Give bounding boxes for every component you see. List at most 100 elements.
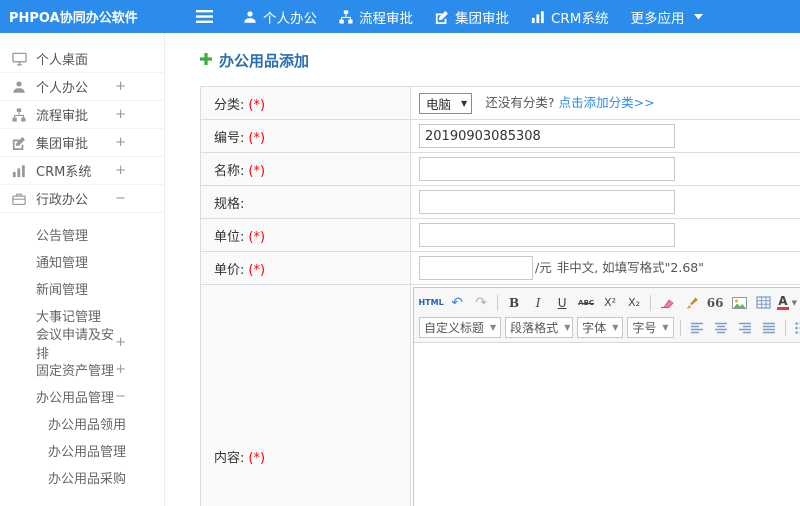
font-color-button[interactable]: A ▼ [776,292,798,313]
nav-item-crm[interactable]: CRM系统 [531,7,608,27]
strikethrough-button[interactable]: ABC [575,292,597,313]
unordered-list-icon[interactable] [791,317,800,338]
user-icon [243,10,257,24]
sidebar-item-announcement-mgmt[interactable]: 公告管理 [0,221,164,248]
category-select[interactable]: 电脑 ▼ [419,93,473,114]
sidebar: 个人桌面 个人办公 + 流程审批 + 集团审批 + CRM系统 + 行政办公 −… [0,33,165,506]
form-row-category: 分类: (*) 电脑 ▼ 还没有分类? 点击添加分类>> [200,86,800,120]
sidebar-item-workflow-approval[interactable]: 流程审批 + [0,101,164,129]
caret-down-icon [694,13,704,20]
nav-menu: 个人办公 流程审批 集团审批 CRM系统 更多应用 [243,7,725,27]
caret-down-icon: ▼ [612,323,619,332]
expand-plus-icon: + [115,335,126,350]
unit-label-cell: 单位: (*) [200,218,411,252]
subscript-button[interactable]: X₂ [623,292,645,313]
content-label: 内容: [214,451,245,466]
superscript-button[interactable]: X² [599,292,621,313]
insert-image-icon[interactable] [728,292,750,313]
redo-icon[interactable]: ↷ [470,292,492,313]
nav-item-group-approval[interactable]: 集团审批 [435,7,509,27]
sidebar-item-admin-office[interactable]: 行政办公 − [0,185,164,213]
price-format-hint: 非中文, 如填写格式"2.68" [556,259,704,275]
form-row-spec: 规格: [200,185,800,219]
category-label: 分类: [214,97,245,113]
edit-icon [12,136,28,150]
nav-item-more-apps[interactable]: 更多应用 [630,7,704,27]
collapse-minus-icon: − [115,191,126,206]
editor-toolbar-row-2: 自定义标题 ▼ 段落格式 ▼ 字体 ▼ 字号 ▼ [417,315,800,340]
paragraph-format-select[interactable]: 段落格式 ▼ [505,317,574,338]
underline-button[interactable]: U [551,292,573,313]
blockquote-button[interactable]: 66 [704,292,726,313]
sidebar-item-notice-mgmt[interactable]: 通知管理 [0,248,164,275]
toolbar-separator [679,319,681,336]
required-marker: (*) [248,163,266,179]
align-justify-icon[interactable] [758,317,780,338]
main-content: 办公用品添加 分类: (*) 电脑 ▼ 还没有分类? 点击添加分类>> 编号: (*… [166,33,800,506]
chart-icon [531,10,545,24]
font-size-select[interactable]: 字号 ▼ [627,317,674,338]
italic-button[interactable]: I [527,292,549,313]
no-category-hint: 还没有分类? [485,95,555,110]
spec-input[interactable] [419,190,675,214]
sidebar-item-supplies-manage[interactable]: 办公用品管理 [0,437,164,464]
nav-item-workflow-approval[interactable]: 流程审批 [339,7,413,27]
editor-content-area[interactable] [414,343,800,506]
page-title-row: 办公用品添加 [200,50,800,71]
code-label-cell: 编号: (*) [200,119,411,153]
sidebar-item-news-mgmt[interactable]: 新闻管理 [0,275,164,302]
sidebar-item-fixed-assets[interactable]: 固定资产管理 + [0,356,164,383]
align-center-icon[interactable] [710,317,732,338]
briefcase-icon [12,192,28,206]
font-family-select[interactable]: 字体 ▼ [577,317,624,338]
align-left-icon[interactable] [686,317,708,338]
caret-down-icon: ▼ [564,323,571,332]
collapse-minus-icon: − [115,389,126,404]
sidebar-item-personal-office[interactable]: 个人办公 + [0,73,164,101]
caret-down-icon: ▼ [662,323,669,332]
sidebar-item-personal-desktop[interactable]: 个人桌面 [0,45,164,73]
unit-label: 单位: [214,229,245,245]
code-input[interactable] [419,124,675,148]
unit-input[interactable] [419,223,675,247]
chart-icon [12,164,28,178]
form-row-price: 单价: (*) /元 非中文, 如填写格式"2.68" [200,251,800,285]
nav-item-personal-office[interactable]: 个人办公 [243,7,317,27]
desktop-icon [12,51,28,66]
sidebar-item-office-supplies-mgmt[interactable]: 办公用品管理 − [0,383,164,410]
add-icon [200,52,212,69]
user-icon [12,80,28,94]
sidebar-item-supplies-claim[interactable]: 办公用品领用 [0,410,164,437]
remove-format-eraser-icon[interactable] [656,292,678,313]
insert-table-icon[interactable] [752,292,774,313]
sidebar-item-crm[interactable]: CRM系统 + [0,157,164,185]
toolbar-separator [784,319,786,336]
add-category-link[interactable]: 点击添加分类>> [559,95,655,110]
supply-add-form: 分类:(*) 电脑 ▼ 还没有分类? 点击添加分类>> 编号:(*) 名称:(*… [200,86,800,506]
required-marker: (*) [248,97,266,113]
sidebar-item-group-approval[interactable]: 集团审批 + [0,129,164,157]
price-input[interactable] [419,256,533,280]
category-label-cell: 分类: (*) [200,86,411,120]
sidebar-item-supplies-purchase[interactable]: 办公用品采购 [0,464,164,491]
undo-icon[interactable]: ↶ [446,292,468,313]
edit-icon [435,10,449,24]
align-right-icon[interactable] [734,317,756,338]
html-source-button[interactable]: HTML [418,292,444,313]
sidebar-item-meeting-request[interactable]: 会议申请及安排 + [0,328,164,362]
custom-heading-select[interactable]: 自定义标题 ▼ [419,317,502,338]
form-row-unit: 单位: (*) [200,218,800,252]
flow-icon [12,107,28,122]
required-marker: (*) [248,262,266,278]
bold-button[interactable]: B [503,292,525,313]
format-painter-brush-icon[interactable] [680,292,702,313]
required-marker: (*) [248,451,266,466]
toolbar-separator [650,294,652,311]
expand-plus-icon: + [115,163,126,178]
name-input[interactable] [419,157,675,181]
top-navbar: PHPOA协同办公软件 个人办公 流程审批 集团审批 CRM系统 更多应用 [0,0,800,33]
expand-plus-icon: + [115,79,126,94]
price-label-cell: 单价: (*) [200,251,411,285]
hamburger-icon[interactable] [196,10,213,23]
price-label: 单价: [214,262,245,278]
